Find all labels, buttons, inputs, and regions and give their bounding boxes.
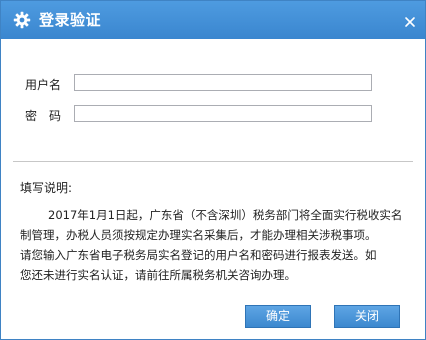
username-row: 用户名 <box>1 74 425 96</box>
password-row: 密 码 <box>1 105 425 127</box>
notes-line: 2017年1月1日起，广东省（不含深圳）税务部门将全面实行税收实名 <box>48 208 403 222</box>
ok-button[interactable]: 确定 <box>245 305 311 328</box>
close-icon[interactable] <box>403 14 417 28</box>
close-button[interactable]: 关闭 <box>334 305 400 328</box>
password-input[interactable] <box>74 105 372 122</box>
password-label: 密 码 <box>25 109 62 123</box>
username-input[interactable] <box>74 74 372 91</box>
gear-icon <box>13 11 31 29</box>
notes-body: 2017年1月1日起，广东省（不含深圳）税务部门将全面实行税收实名 制管理，办税… <box>20 205 410 285</box>
username-label: 用户名 <box>25 78 62 92</box>
login-verify-dialog: 登录验证 用户名 密 码 填写说明: 2017年1月1日起，广东省（不含深圳）税… <box>0 0 426 340</box>
notes-line: 制管理，办税人员须按规定办理实名采集后，才能办理相关涉税事项。 <box>20 228 377 242</box>
dialog-titlebar[interactable]: 登录验证 <box>1 1 425 39</box>
notes-line: 请您输入广东省电子税务局实名登记的用户名和密码进行报表发送。如 <box>20 248 377 262</box>
dialog-title: 登录验证 <box>39 11 102 29</box>
notes-title: 填写说明: <box>20 181 73 195</box>
notes-line: 您还未进行实名认证，请前往所属税务机关咨询办理。 <box>20 268 296 282</box>
divider <box>13 161 413 162</box>
